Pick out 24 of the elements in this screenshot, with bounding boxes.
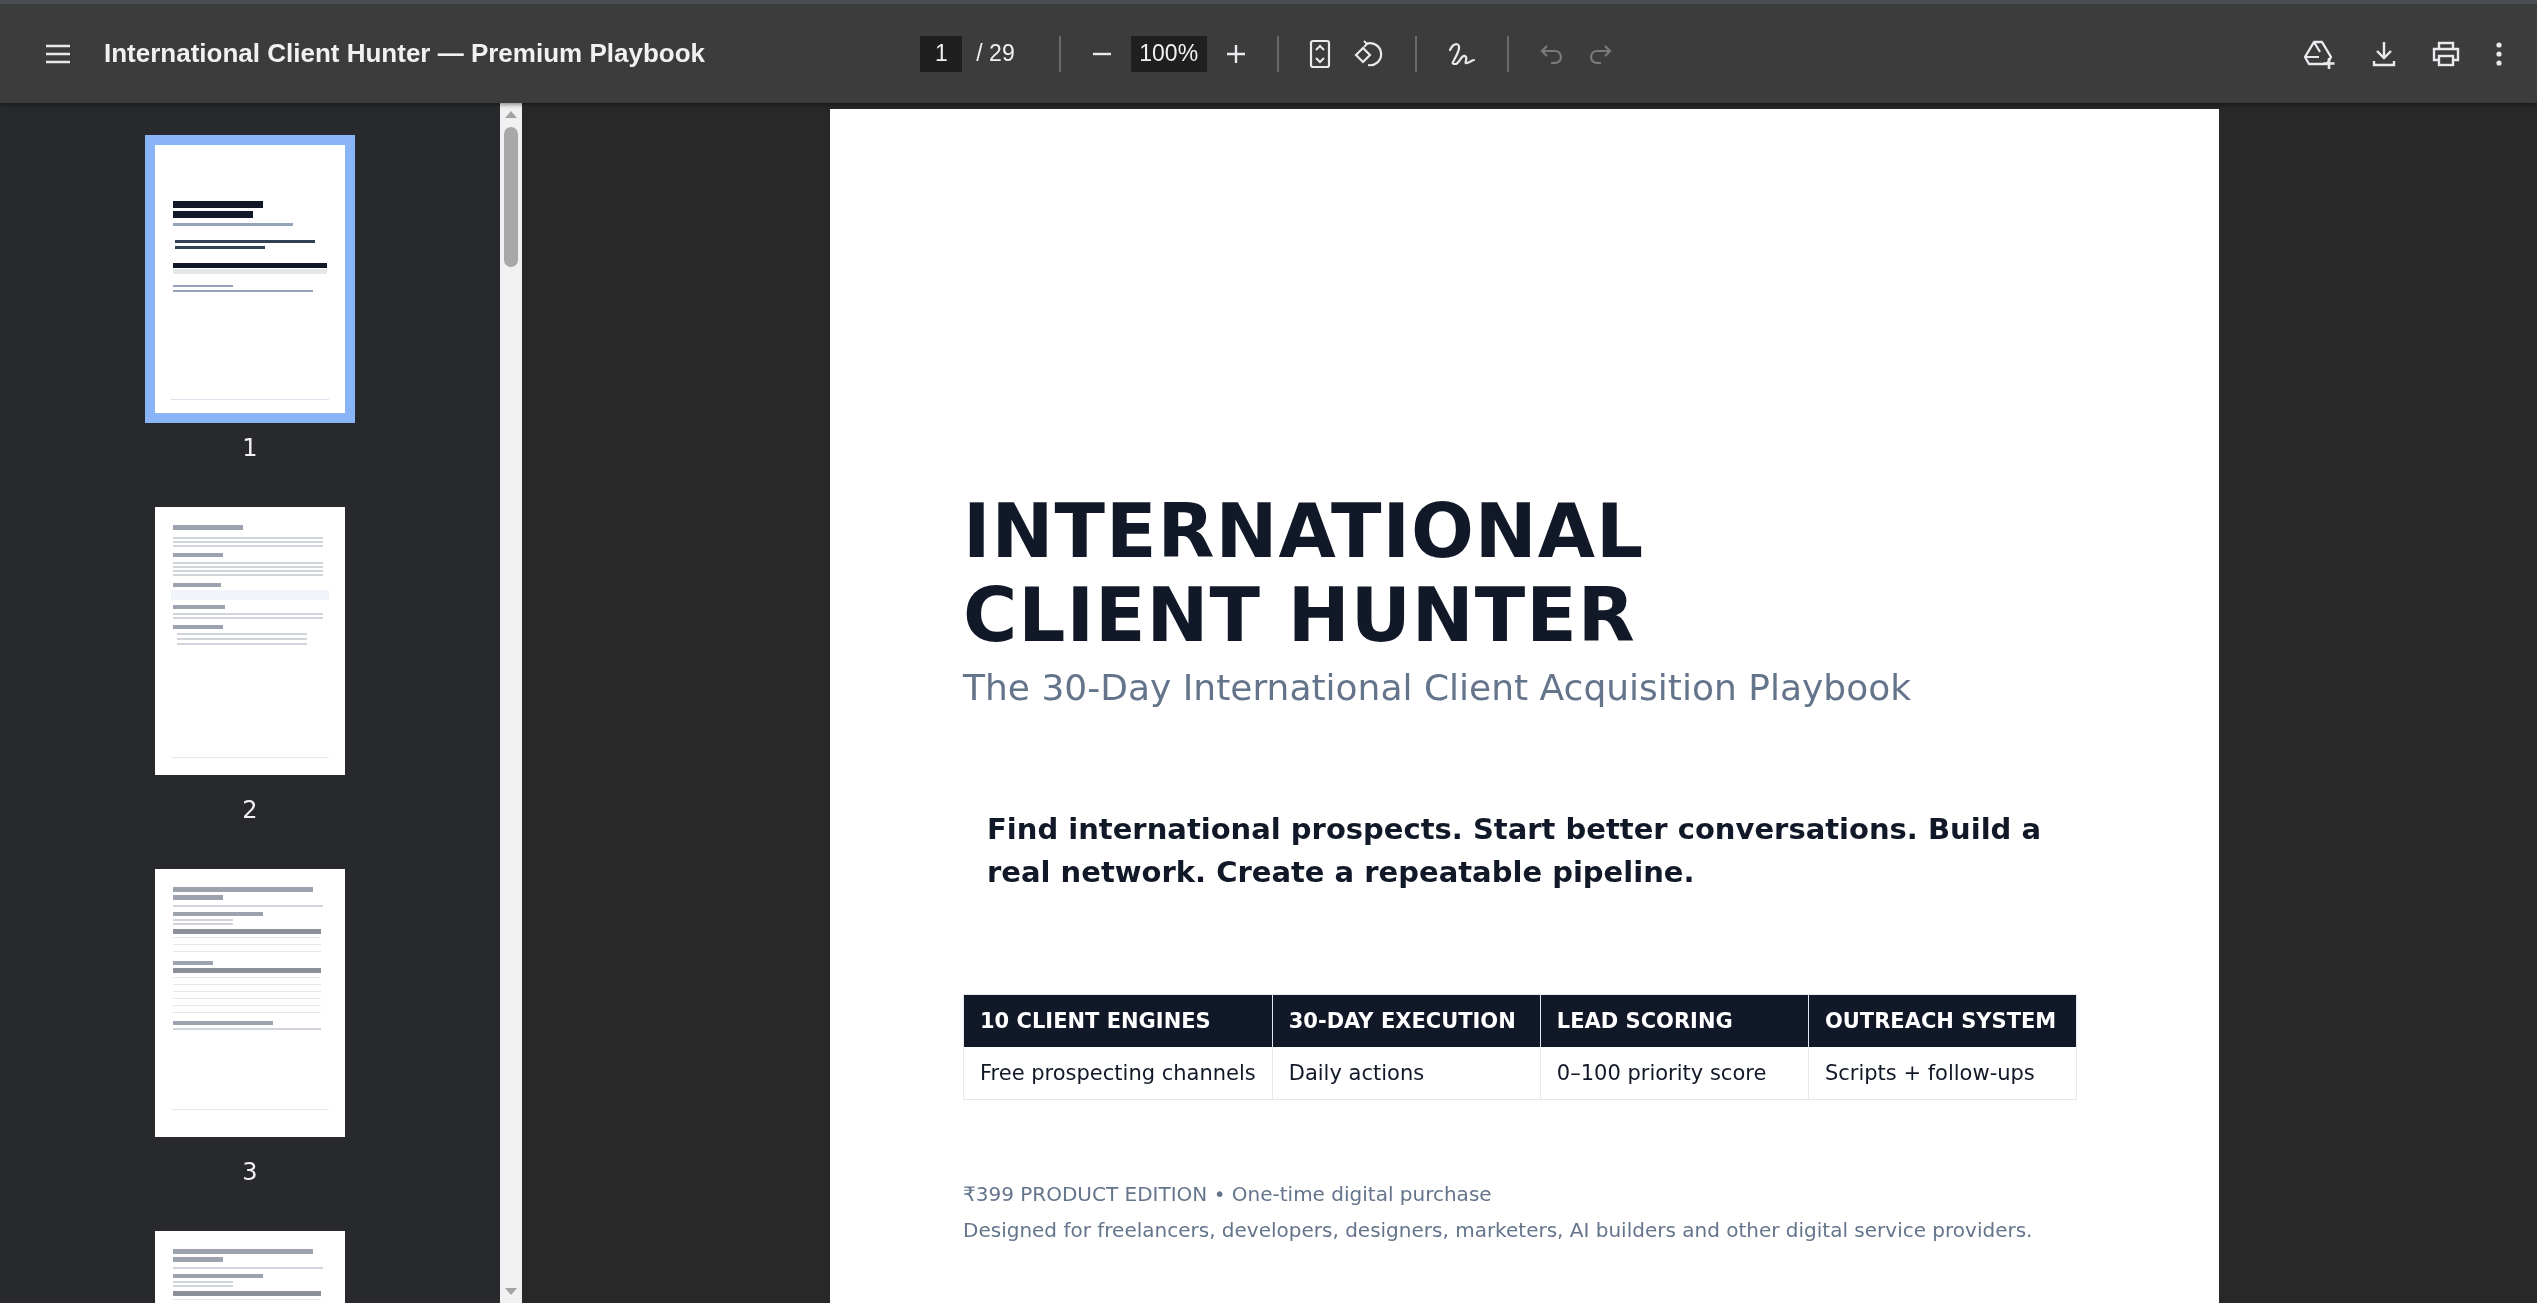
page-count: / 29: [976, 40, 1015, 67]
page-number: 3: [242, 1157, 258, 1187]
table-cell-text: Free prospecting channels: [979, 1060, 1257, 1087]
table-cell-text: 0–100 priority score: [1555, 1060, 1768, 1087]
footer-text: ₹399 PRODUCT EDITION • One-time digital purchase: [963, 1182, 1493, 1206]
table-header: LEAD SCORING: [1540, 995, 1808, 1047]
document-heading: INTERNATIONAL: [963, 489, 1645, 573]
page-number-field[interactable]: 1: [920, 35, 963, 72]
footer-text: Designed for freelancers, developers, designers, marketers, AI builders and other digital service providers.: [963, 1218, 2034, 1242]
page-number: 2: [242, 795, 258, 825]
table-header: 30-DAY EXECUTION: [1272, 995, 1540, 1047]
scrollbar-thumb[interactable]: [504, 127, 518, 267]
page-number: 1: [242, 433, 258, 463]
document-heading: CLIENT HUNTER: [963, 573, 1636, 657]
tagline: Find international prospects. Start better conversations. Build a real network. Create a repeatable pipeline.: [987, 811, 2043, 891]
document-subtitle: The 30-Day International Client Acquisition Playbook: [963, 667, 1913, 708]
document-title: International Client Hunter — Premium Playbook: [104, 38, 705, 69]
table-cell-text: Daily actions: [1287, 1060, 1426, 1087]
table-cell-text: Scripts + follow-ups: [1823, 1060, 2036, 1087]
zoom-field[interactable]: 100%: [1130, 35, 1207, 72]
table-header: OUTREACH SYSTEM: [1808, 995, 2076, 1047]
scrollbar[interactable]: [500, 103, 522, 1303]
table-header: 10 CLIENT ENGINES: [964, 995, 1272, 1047]
page-thumbnail[interactable]: [145, 135, 355, 423]
